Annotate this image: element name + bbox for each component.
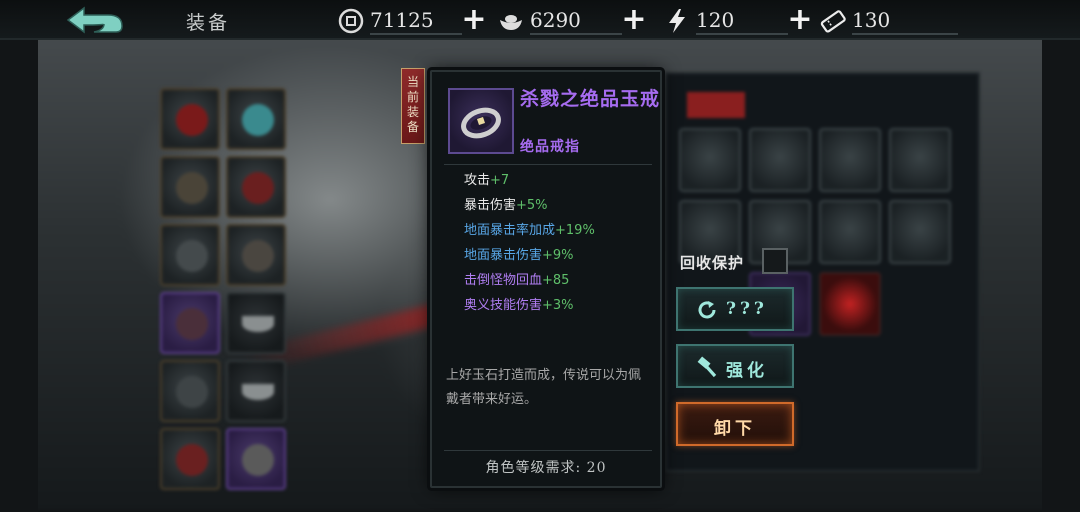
inventory-tab-3[interactable] xyxy=(827,92,885,118)
recycle-protect-label: 回收保护 xyxy=(680,254,745,272)
ingot-icon xyxy=(500,15,522,30)
stat-line: 奥义技能伤害+3% xyxy=(464,298,574,314)
item-icon-frame xyxy=(448,88,514,154)
inventory-slot[interactable] xyxy=(679,128,741,192)
inventory-slot[interactable] xyxy=(819,128,881,192)
page-title: 装备 xyxy=(186,12,231,34)
stat-line: 暴击伤害+5% xyxy=(464,198,548,214)
equipment-slot-ring[interactable] xyxy=(226,428,286,490)
equipment-slot-bracer[interactable] xyxy=(160,360,220,422)
stat-name: 击倒怪物回血 xyxy=(464,273,543,288)
stat-line: 地面暴击伤害+9% xyxy=(464,248,574,264)
inventory-slot[interactable] xyxy=(889,200,951,264)
stat-name: 地面暴击伤害 xyxy=(464,248,543,263)
stat-bonus: +19% xyxy=(555,223,595,238)
divider xyxy=(444,164,652,165)
item-type: 绝品戒指 xyxy=(520,139,580,155)
add-stamina-button[interactable]: + xyxy=(786,5,814,35)
item-description: 上好玉石打造而成，传说可以为佩戴者带来好运。 xyxy=(446,368,642,407)
back-arrow-icon xyxy=(66,6,123,34)
inventory-hint xyxy=(837,434,957,454)
equipment-slot-weapon[interactable] xyxy=(160,88,220,150)
item-name: 杀戮之绝品玉戒 xyxy=(520,88,661,110)
screen-edge-right xyxy=(1042,38,1080,512)
inventory-slot[interactable] xyxy=(819,200,881,264)
stat-bonus: +7 xyxy=(490,173,510,188)
level-requirement: 角色等级需求: 20 xyxy=(485,460,607,476)
stat-name: 暴击伤害 xyxy=(464,198,517,213)
ticket-value: 130 xyxy=(852,7,958,35)
equipment-slot-gloves[interactable] xyxy=(160,224,220,286)
hammer-icon xyxy=(697,356,717,378)
equipment-slot-charm[interactable] xyxy=(160,428,220,490)
unequip-button[interactable]: 卸下 xyxy=(676,402,794,446)
equipment-slot-amulet[interactable] xyxy=(226,360,286,422)
ticket-icon xyxy=(820,10,846,33)
coin-value: 71125 xyxy=(370,7,462,35)
inventory-slot[interactable] xyxy=(819,272,881,336)
equipment-slot-helmet[interactable] xyxy=(226,88,286,150)
equipment-slot-necklace[interactable] xyxy=(226,292,286,354)
stat-line: 击倒怪物回血+85 xyxy=(464,273,569,289)
inventory-tab-1[interactable] xyxy=(687,92,745,118)
inventory-tab-2[interactable] xyxy=(757,92,815,118)
stat-bonus: +5% xyxy=(516,198,548,213)
enhance-button[interactable]: 强化 xyxy=(676,344,794,388)
stat-bonus: +9% xyxy=(542,248,574,263)
stat-name: 攻击 xyxy=(464,173,491,188)
item-detail-panel: 杀戮之绝品玉戒 绝品戒指 攻击+7 暴击伤害+5% 地面暴击率加成+19% 地面… xyxy=(430,70,662,488)
recycle-protect-checkbox[interactable] xyxy=(762,248,788,274)
stat-line: 地面暴击率加成+19% xyxy=(464,223,595,239)
refresh-icon xyxy=(698,301,716,319)
add-coin-button[interactable]: + xyxy=(460,5,488,35)
stamina-bolt-icon xyxy=(669,9,685,33)
ingot-value: 6290 xyxy=(530,7,622,35)
top-bar: 装备 71125 + 6290 + 120 + 130 xyxy=(0,0,1080,40)
equipment-slot-armor[interactable] xyxy=(160,156,220,218)
inventory-slot[interactable] xyxy=(749,128,811,192)
coin-icon xyxy=(338,8,364,34)
divider xyxy=(444,450,652,451)
inventory-tab-4[interactable] xyxy=(897,92,955,118)
stat-name: 地面暴击率加成 xyxy=(464,223,556,238)
equipped-tag: 当前装备 xyxy=(401,68,425,144)
equipment-slot-boots[interactable] xyxy=(226,224,286,286)
add-ingot-button[interactable]: + xyxy=(620,5,648,35)
stat-name: 奥义技能伤害 xyxy=(464,298,543,313)
equipment-grid-label xyxy=(170,66,260,82)
jade-ring-icon xyxy=(461,107,501,139)
mystery-button-label: ??? xyxy=(726,299,768,319)
mystery-button[interactable]: ??? xyxy=(676,287,794,331)
inventory-slot[interactable] xyxy=(889,128,951,192)
screen-edge-left xyxy=(0,38,38,512)
stamina-value: 120 xyxy=(696,7,788,35)
back-button[interactable] xyxy=(64,4,128,36)
stat-bonus: +3% xyxy=(542,298,574,313)
unequip-button-label: 卸下 xyxy=(714,419,756,439)
stat-line: 攻击+7 xyxy=(464,173,509,189)
stat-bonus: +85 xyxy=(542,273,570,288)
equipment-slot-belt[interactable] xyxy=(160,292,220,354)
enhance-button-label: 强化 xyxy=(726,361,768,381)
equipment-slot-cloak[interactable] xyxy=(226,156,286,218)
